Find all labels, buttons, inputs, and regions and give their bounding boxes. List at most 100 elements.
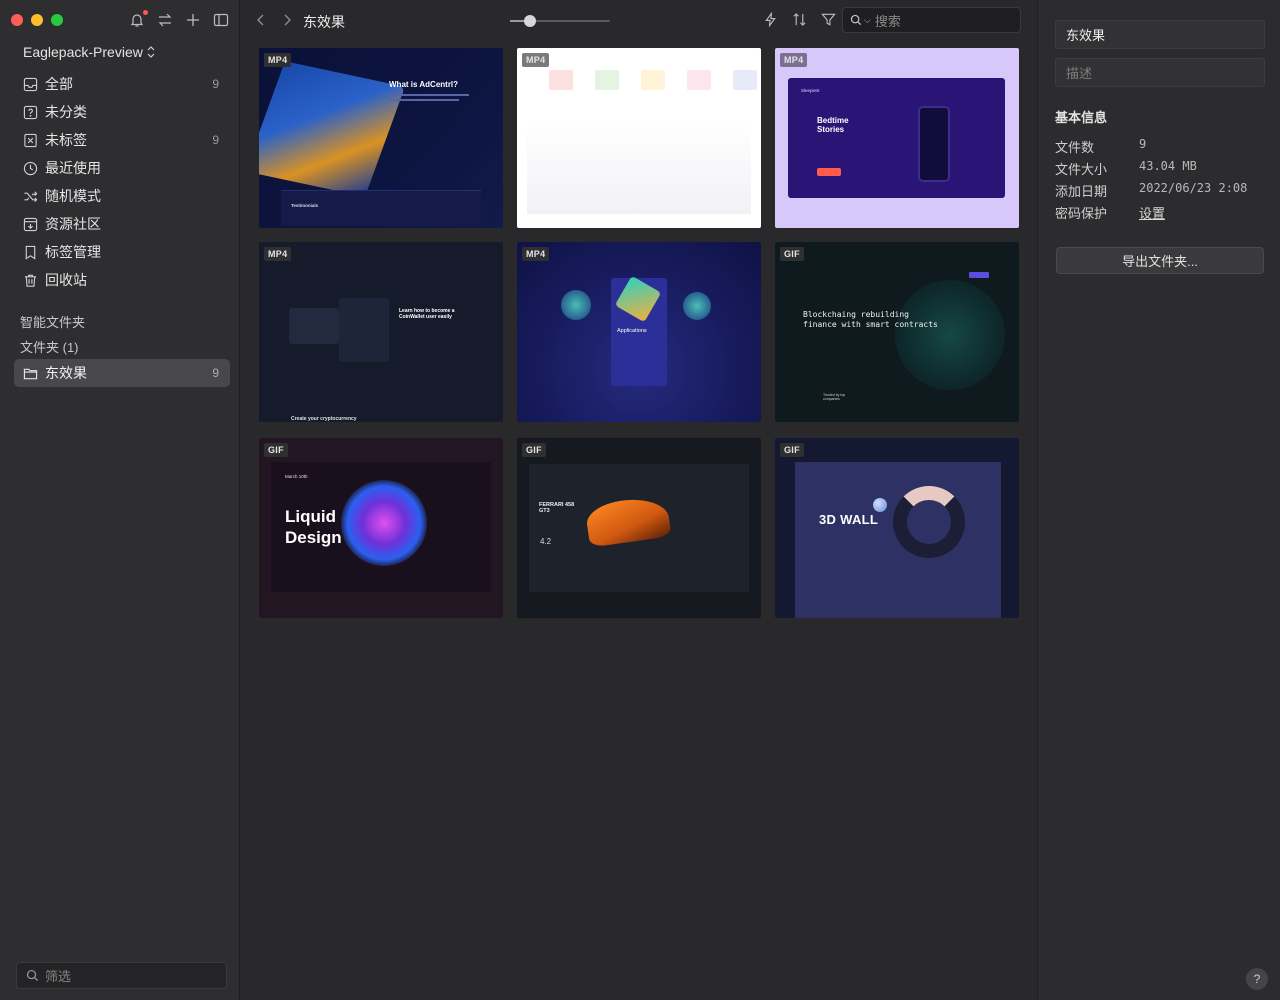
zoom-window-button[interactable]: [51, 14, 63, 26]
library-switcher[interactable]: Eaglepack-Preview: [23, 44, 155, 60]
sidebar-item-count: 9: [212, 77, 219, 91]
chevron-updown-icon: [147, 46, 155, 58]
thumbnail-heading: Learn how to become a CoinWallet user ea…: [399, 308, 455, 320]
chart-card: [289, 308, 339, 344]
format-badge: MP4: [522, 247, 550, 261]
ring-illustration: [893, 486, 965, 558]
filter-input[interactable]: 筛选: [16, 962, 227, 989]
thumbnail-item[interactable]: GIF FERRARI 458 GT3 4.2: [517, 438, 761, 618]
sidebar-item-recent[interactable]: 最近使用: [14, 154, 230, 182]
sidebar-item-label: 标签管理: [45, 244, 101, 260]
sidebar-item-uncategorized[interactable]: 未分类: [14, 98, 230, 126]
sidebar-item-label: 全部: [45, 76, 73, 92]
folders-header[interactable]: 文件夹 (1): [20, 337, 79, 356]
sidebar-toggle-icon[interactable]: [212, 11, 230, 29]
search-icon: [26, 969, 39, 982]
thumbnail-subheading: Trusted by top companies: [823, 393, 846, 401]
bookmark-icon: [23, 245, 38, 260]
chevron-left-icon[interactable]: [255, 13, 267, 27]
help-button[interactable]: ?: [1246, 968, 1268, 990]
sidebar-item-all[interactable]: 全部 9: [14, 70, 230, 98]
basic-info-heading: 基本信息: [1055, 110, 1108, 125]
thumbnail-item[interactable]: MP4 What is AdCentrl? Testimonials: [259, 48, 503, 228]
format-badge: MP4: [522, 53, 550, 67]
thumbnail-item[interactable]: GIF Blockchaing rebuilding finance with …: [775, 242, 1019, 422]
format-badge: GIF: [264, 443, 288, 457]
thumbnail-item[interactable]: MP4 Sleepiest Bedtime Stories: [775, 48, 1019, 228]
thumbnail-heading: 3D WALL: [819, 512, 879, 527]
sync-icon[interactable]: [156, 11, 174, 29]
minimize-window-button[interactable]: [31, 14, 43, 26]
orb-illustration: [561, 290, 591, 320]
category-card: [549, 70, 573, 90]
thumbnail-heading: Liquid Design: [285, 507, 342, 547]
filter-placeholder: 筛选: [45, 969, 72, 984]
thumbnail-subheading: Create your cryptocurrency: [291, 416, 357, 422]
plus-icon[interactable]: [184, 11, 202, 29]
slider-handle[interactable]: [524, 15, 536, 27]
thumbnail-item[interactable]: GIF March 10th Liquid Design: [259, 438, 503, 618]
category-card: [641, 70, 665, 90]
info-key: 添加日期: [1055, 184, 1108, 199]
inbox-icon: [23, 77, 38, 92]
search-input[interactable]: ⌵ 搜索: [842, 7, 1021, 33]
folder-name-value: 东效果: [1066, 28, 1106, 43]
thumbnail-item[interactable]: MP4 Applications: [517, 242, 761, 422]
shuffle-icon: [23, 189, 38, 204]
folder-label: 东效果: [45, 365, 87, 381]
sidebar-item-community[interactable]: 资源社区: [14, 210, 230, 238]
thumbnail-item[interactable]: MP4: [517, 48, 761, 228]
cta-button: [817, 168, 841, 176]
chevron-right-icon[interactable]: [281, 13, 293, 27]
sidebar-item-untagged[interactable]: 未标签 9: [14, 126, 230, 154]
list-card: [339, 298, 389, 362]
history-navigation: [255, 13, 293, 27]
community-icon: [23, 217, 38, 232]
filter-icon[interactable]: [821, 12, 836, 27]
thumbnail-subheading: March 10th: [285, 474, 308, 479]
sort-icon[interactable]: [792, 12, 807, 27]
folder-name-field[interactable]: 东效果: [1055, 20, 1265, 49]
window-controls: [11, 14, 63, 26]
text-line: [389, 94, 469, 96]
info-row-date-added: 添加日期 2022/06/23 2:08: [1055, 181, 1247, 200]
bell-icon[interactable]: [128, 10, 148, 29]
close-window-button[interactable]: [11, 14, 23, 26]
sidebar-item-random[interactable]: 随机模式: [14, 182, 230, 210]
sphere-illustration: [873, 498, 887, 512]
format-badge: MP4: [264, 53, 292, 67]
password-setup-link[interactable]: 设置: [1139, 203, 1165, 222]
sidebar-item-label: 最近使用: [45, 160, 101, 176]
thumbnail-heading: Applications: [617, 328, 647, 334]
toolbar: 东效果 ⌵ 搜索: [240, 0, 1037, 42]
info-value: 2022/06/23 2:08: [1139, 181, 1248, 195]
search-icon: [850, 14, 862, 26]
thumbnail-item[interactable]: MP4 Learn how to become a CoinWallet use…: [259, 242, 503, 422]
lightning-icon[interactable]: [763, 12, 778, 27]
category-card: [733, 70, 757, 90]
sidebar-item-trash[interactable]: 回收站: [14, 266, 230, 294]
sidebar-folder-item[interactable]: 东效果 9: [14, 359, 230, 387]
description-field[interactable]: 描述: [1055, 58, 1265, 87]
thumbnail-item[interactable]: GIF 3D WALL: [775, 438, 1019, 618]
info-row-file-size: 文件大小 43.04 MB: [1055, 159, 1197, 178]
sidebar-item-label: 未分类: [45, 104, 87, 120]
category-card: [595, 70, 619, 90]
page-title: 东效果: [303, 14, 345, 30]
thumbnail-heading: What is AdCentrl?: [389, 80, 459, 89]
sidebar-item-tags[interactable]: 标签管理: [14, 238, 230, 266]
export-folder-button[interactable]: 导出文件夹...: [1056, 247, 1264, 274]
thumbnail-size-slider[interactable]: [510, 15, 610, 27]
question-box-icon: [23, 105, 38, 120]
info-key: 密码保护: [1055, 206, 1108, 221]
sidebar-nav: 全部 9 未分类 未标签 9 最近使用 随机模式 资源社区 标签管理 回收站: [14, 70, 230, 294]
globe-illustration: [895, 280, 1005, 390]
smart-folders-header[interactable]: 智能文件夹: [20, 312, 85, 331]
clock-icon: [23, 161, 38, 176]
untagged-icon: [23, 133, 38, 148]
inspector-panel: 东效果 描述 基本信息 文件数 9 文件大小 43.04 MB 添加日期 202…: [1037, 0, 1280, 1000]
orb-illustration: [683, 292, 711, 320]
chevron-down-icon[interactable]: ⌵: [864, 15, 871, 26]
sidebar-item-label: 随机模式: [45, 188, 101, 204]
info-row-file-count: 文件数 9: [1055, 137, 1146, 156]
